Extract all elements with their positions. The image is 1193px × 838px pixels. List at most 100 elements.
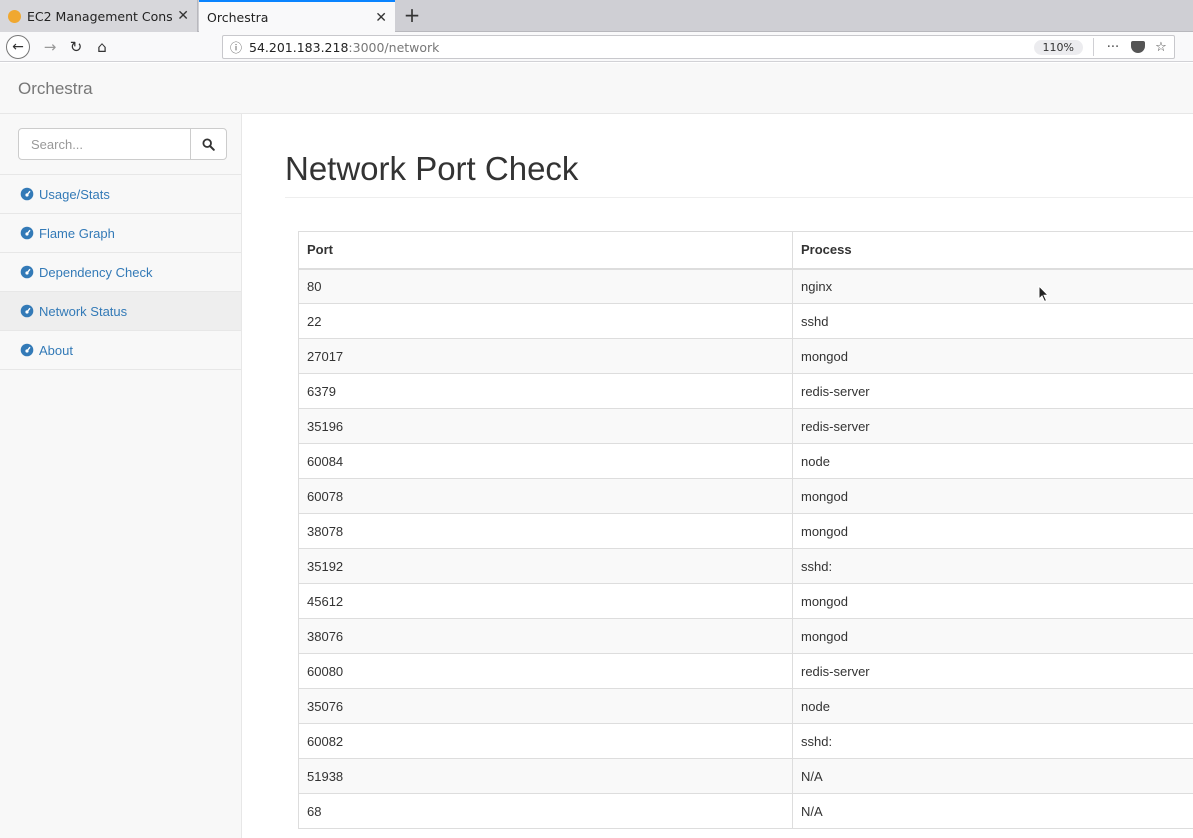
table-row: 38078 mongod [298,513,1193,549]
port-cell: 51938 [298,758,793,794]
port-cell: 27017 [298,338,793,374]
app-brand[interactable]: Orchestra [18,79,93,99]
sidebar-item-flame-graph[interactable]: Flame Graph [0,214,241,253]
port-table: Port Process 80 nginx 22 sshd 27017 mongod 637… [298,231,1193,829]
table-row: 68 N/A [298,793,1193,829]
zoom-indicator[interactable]: 110% [1033,39,1083,55]
port-table-container: Port Process 80 nginx 22 sshd 27017 mongod 637… [298,231,1193,829]
table-row: 22 sshd [298,303,1193,339]
dashboard-icon [20,187,34,201]
process-cell: N/A [792,758,1193,794]
sidebar-item-about[interactable]: About [0,331,241,370]
back-button[interactable]: ← [6,35,30,59]
process-cell: mongod [792,478,1193,514]
toolbar-divider [1093,38,1094,56]
tab-ec2-management[interactable]: EC2 Management Cons ✕ [0,0,198,32]
tab-close-icon[interactable]: ✕ [375,10,387,26]
column-header-process: Process [792,231,1193,270]
port-cell: 35192 [298,548,793,584]
table-row: 80 nginx [298,268,1193,304]
sidebar-item-dependency-check[interactable]: Dependency Check [0,253,241,292]
new-tab-button[interactable]: + [400,3,424,27]
browser-tab-strip: EC2 Management Cons ✕ Orchestra ✕ + [0,0,1193,33]
table-row: 27017 mongod [298,338,1193,374]
port-cell: 60082 [298,723,793,759]
port-cell: 60078 [298,478,793,514]
process-cell: N/A [792,793,1193,829]
site-info-icon[interactable]: ⓘ [223,39,249,56]
url-host: 54.201.183.218 [249,39,349,55]
sidebar-item-usage-stats[interactable]: Usage/Stats [0,175,241,214]
bookmark-star-icon[interactable]: ☆ [1150,40,1172,55]
process-cell: redis-server [792,373,1193,409]
table-row: 51938 N/A [298,758,1193,794]
dashboard-icon [20,226,34,240]
process-cell: sshd: [792,723,1193,759]
port-cell: 45612 [298,583,793,619]
sidebar-item-label: Usage/Stats [39,186,110,202]
table-row: 35192 sshd: [298,548,1193,584]
sidebar-item-label: Dependency Check [39,264,153,280]
process-cell: mongod [792,583,1193,619]
title-divider [285,197,1193,198]
aws-favicon-icon [8,9,21,23]
sidebar-search [0,114,241,175]
sidebar-item-network-status[interactable]: Network Status [0,292,241,331]
table-row: 60080 redis-server [298,653,1193,689]
process-cell: node [792,443,1193,479]
process-cell: sshd [792,303,1193,339]
sidebar-item-label: Flame Graph [39,225,115,241]
sidebar-item-label: Network Status [39,303,128,319]
table-row: 45612 mongod [298,583,1193,619]
process-cell: mongod [792,338,1193,374]
table-row: 35196 redis-server [298,408,1193,444]
process-cell: redis-server [792,408,1193,444]
page-actions-menu-icon[interactable]: ··· [1102,40,1124,55]
port-cell: 68 [298,793,793,829]
table-header-row: Port Process [298,231,1193,270]
process-cell: mongod [792,513,1193,549]
port-cell: 80 [298,268,793,304]
table-row: 60084 node [298,443,1193,479]
port-cell: 6379 [298,373,793,409]
tab-orchestra[interactable]: Orchestra ✕ [199,0,395,33]
address-bar[interactable]: ⓘ 54.201.183.218 :3000/network 110% ··· … [222,35,1175,59]
app-navbar: Orchestra [0,63,1193,114]
reload-button[interactable]: ↻ [64,35,88,59]
search-button[interactable] [190,128,227,160]
port-cell: 60080 [298,653,793,689]
url-path: :3000/network [348,39,440,55]
table-row: 35076 node [298,688,1193,724]
port-cell: 22 [298,303,793,339]
dashboard-icon [20,265,34,279]
table-row: 38076 mongod [298,618,1193,654]
browser-toolbar: ← → ↻ ⌂ ⓘ 54.201.183.218 :3000/network 1… [0,32,1193,62]
tab-close-icon[interactable]: ✕ [177,8,189,24]
tab-title: Orchestra [207,10,269,25]
dashboard-icon [20,343,34,357]
dashboard-icon [20,304,34,318]
process-cell: sshd: [792,548,1193,584]
tab-title: EC2 Management Cons [27,8,173,24]
sidebar-item-label: About [39,342,73,358]
forward-button[interactable]: → [38,35,62,59]
process-cell: nginx [792,268,1193,304]
port-cell: 35076 [298,688,793,724]
port-cell: 38078 [298,513,793,549]
mouse-cursor-icon [1038,285,1050,303]
pocket-icon[interactable] [1131,41,1145,53]
sidebar: Usage/Stats Flame Graph Dependency Check… [0,114,242,838]
search-icon [202,137,215,151]
home-button[interactable]: ⌂ [90,35,114,59]
port-cell: 35196 [298,408,793,444]
process-cell: node [792,688,1193,724]
port-cell: 60084 [298,443,793,479]
table-row: 60078 mongod [298,478,1193,514]
column-header-port: Port [298,231,793,270]
process-cell: mongod [792,618,1193,654]
table-row: 6379 redis-server [298,373,1193,409]
search-input[interactable] [18,128,191,160]
port-cell: 38076 [298,618,793,654]
page-title: Network Port Check [285,150,579,187]
process-cell: redis-server [792,653,1193,689]
